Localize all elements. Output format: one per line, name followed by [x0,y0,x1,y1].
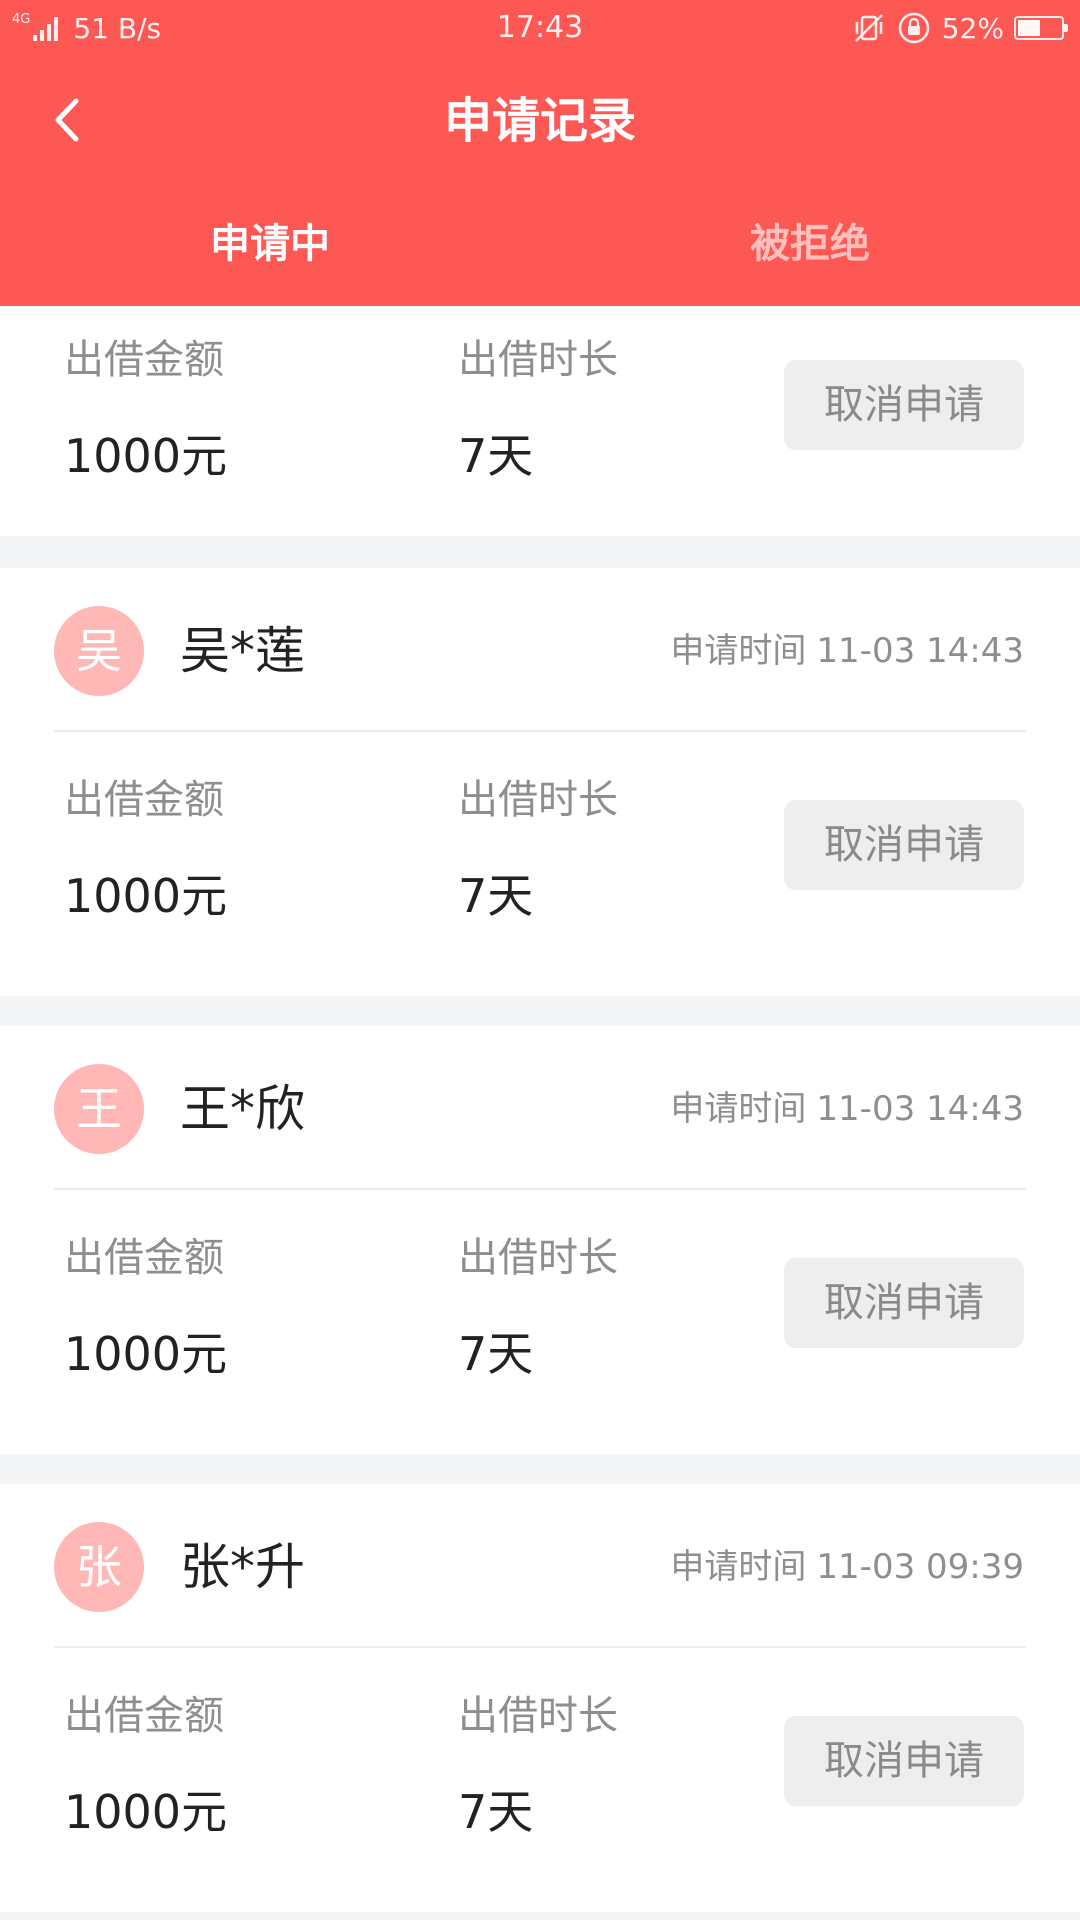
vibrate-silent-icon [854,14,883,42]
amount-label: 出借金额 [64,1693,224,1739]
duration-label: 出借时长 [458,1235,618,1281]
page-title: 申请记录 [443,93,636,149]
duration-label: 出借时长 [458,337,618,383]
apply-time-value: 11-03 14:43 [816,1089,1024,1129]
cancel-application-button[interactable]: 取消申请 [784,360,1024,450]
avatar: 张 [54,1522,144,1612]
record-header: 吴 吴*莲 申请时间 11-03 14:43 [0,568,1080,730]
avatar: 王 [54,1064,144,1154]
record-card: 吴 吴*莲 申请时间 11-03 14:43 出借金额 1000元 出借时长 7… [0,568,1080,996]
record-header: 王 王*欣 申请时间 11-03 14:43 [0,1026,1080,1188]
cancel-application-button[interactable]: 取消申请 [784,800,1024,890]
user-name: 王*欣 [180,1080,305,1138]
nav-bar: 申请记录 [0,66,1080,176]
apply-time: 申请时间 11-03 14:43 [670,1064,1024,1154]
tab-bar: 申请中 被拒绝 [0,196,1080,292]
tab-applying[interactable]: 申请中 [0,196,540,292]
app-header: 4G 51 B/s 17:43 52% 申请记录 申请中 被拒绝 [0,0,1080,306]
record-body: 出借金额 1000元 出借时长 7天 取消申请 [0,1190,1080,1434]
duration-value: 7天 [458,1327,534,1381]
amount-value: 1000元 [64,869,228,923]
avatar: 吴 [54,606,144,696]
amount-label: 出借金额 [64,337,224,383]
user-name: 吴*莲 [180,622,305,680]
record-list: 出借金额 1000元 出借时长 7天 取消申请 吴 吴*莲 申请时间 11-03… [0,306,1080,1920]
amount-label: 出借金额 [64,777,224,823]
battery-icon [1014,16,1068,40]
duration-value: 7天 [458,429,534,483]
duration-value: 7天 [458,1785,534,1839]
apply-time-value: 11-03 14:43 [816,631,1024,671]
battery-percent: 52% [941,11,1004,45]
record-body: 出借金额 1000元 出借时长 7天 取消申请 [0,732,1080,976]
tab-rejected[interactable]: 被拒绝 [540,196,1080,292]
status-bar: 4G 51 B/s 17:43 52% [0,0,1080,56]
apply-time-value: 11-03 09:39 [816,1547,1024,1587]
record-body: 出借金额 1000元 出借时长 7天 取消申请 [0,1648,1080,1892]
record-body: 出借金额 1000元 出借时长 7天 取消申请 [0,306,1080,536]
amount-value: 1000元 [64,1327,228,1381]
record-card: 张 张*升 申请时间 11-03 09:39 出借金额 1000元 出借时长 7… [0,1484,1080,1912]
status-right: 52% [852,8,1068,48]
amount-value: 1000元 [64,429,228,483]
record-card: 出借金额 1000元 出借时长 7天 取消申请 [0,306,1080,536]
back-button[interactable] [36,88,100,152]
cancel-application-button[interactable]: 取消申请 [784,1716,1024,1806]
record-card: 王 王*欣 申请时间 11-03 14:43 出借金额 1000元 出借时长 7… [0,1026,1080,1454]
rotation-lock-icon [898,12,930,44]
duration-label: 出借时长 [458,1693,618,1739]
apply-time-label: 申请时间 [670,631,807,671]
apply-time-label: 申请时间 [670,1089,807,1129]
duration-label: 出借时长 [458,777,618,823]
battery-level [1018,20,1040,36]
user-name: 张*升 [180,1538,305,1596]
record-header: 张 张*升 申请时间 11-03 09:39 [0,1484,1080,1646]
apply-time: 申请时间 11-03 09:39 [670,1522,1024,1612]
cancel-application-button[interactable]: 取消申请 [784,1258,1024,1348]
apply-time: 申请时间 11-03 14:43 [670,606,1024,696]
chevron-left-icon [55,98,79,142]
amount-value: 1000元 [64,1785,228,1839]
duration-value: 7天 [458,869,534,923]
apply-time-label: 申请时间 [670,1547,807,1587]
amount-label: 出借金额 [64,1235,224,1281]
